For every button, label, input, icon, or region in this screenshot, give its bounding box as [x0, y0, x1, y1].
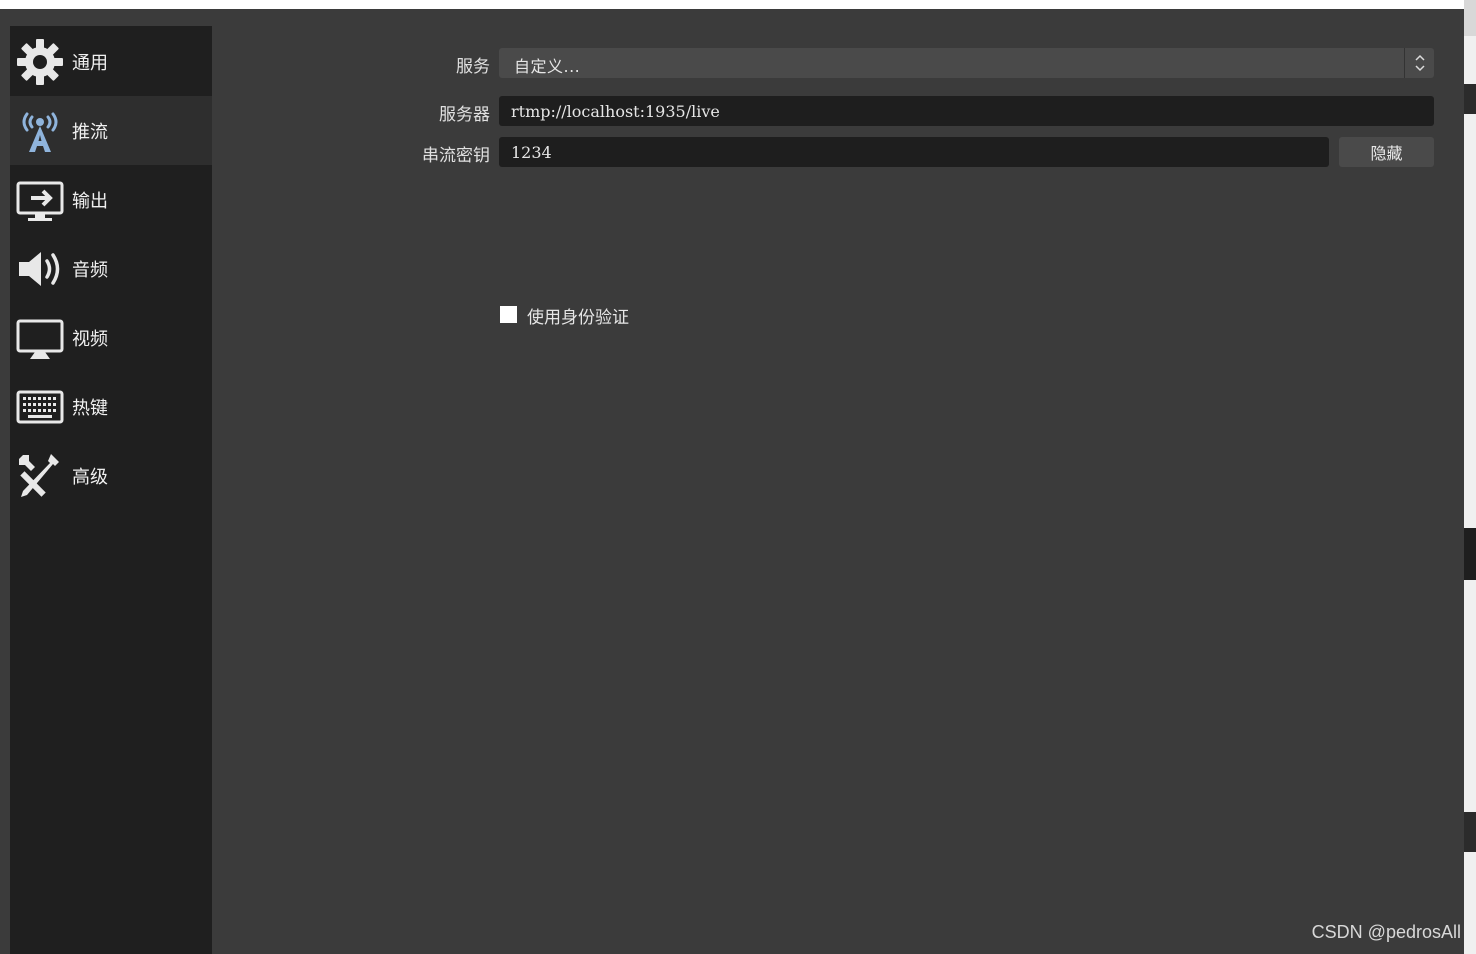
- broadcast-tower-icon: [14, 105, 66, 157]
- window-top-strip: [0, 0, 1464, 9]
- monitor-output-icon: [14, 174, 66, 226]
- gear-icon: [14, 36, 66, 88]
- window-left-edge: [0, 9, 10, 954]
- hide-key-button[interactable]: 隐藏: [1339, 137, 1434, 167]
- sidebar-item-general[interactable]: 通用: [10, 27, 212, 96]
- window-right-edge: [1464, 0, 1476, 954]
- use-auth-checkbox[interactable]: [500, 306, 517, 323]
- sidebar-item-video[interactable]: 视频: [10, 303, 212, 372]
- sidebar-item-label: 推流: [72, 121, 108, 143]
- sidebar-item-output[interactable]: 输出: [10, 165, 212, 234]
- service-select[interactable]: 自定义...: [499, 48, 1434, 78]
- sidebar-item-label: 通用: [72, 52, 108, 74]
- settings-sidebar: 通用 推流 输出 音频 视频 热键 高级: [10, 26, 212, 954]
- service-label: 服务: [456, 57, 490, 77]
- speaker-icon: [14, 243, 66, 295]
- sidebar-item-hotkeys[interactable]: 热键: [10, 372, 212, 441]
- sidebar-item-label: 视频: [72, 328, 108, 350]
- sidebar-item-advanced[interactable]: 高级: [10, 441, 212, 510]
- stream-key-field-wrapper: [499, 137, 1329, 167]
- keyboard-icon: [14, 381, 66, 433]
- server-input[interactable]: [499, 96, 1434, 126]
- sidebar-item-stream[interactable]: 推流: [10, 96, 212, 165]
- stream-key-label: 串流密钥: [422, 146, 490, 166]
- service-select-value: 自定义...: [514, 57, 581, 76]
- sidebar-item-audio[interactable]: 音频: [10, 234, 212, 303]
- updown-chevron-icon[interactable]: [1404, 48, 1434, 78]
- tools-icon: [14, 450, 66, 502]
- sidebar-item-label: 热键: [72, 397, 108, 419]
- sidebar-item-label: 高级: [72, 466, 108, 488]
- watermark-text: CSDN @pedrosAll: [1311, 922, 1461, 942]
- use-auth-label[interactable]: 使用身份验证: [527, 303, 629, 328]
- sidebar-item-label: 输出: [72, 190, 108, 212]
- server-label: 服务器: [439, 105, 490, 125]
- sidebar-item-label: 音频: [72, 259, 108, 281]
- server-field-wrapper: [499, 96, 1434, 126]
- stream-key-input[interactable]: [499, 137, 1329, 167]
- monitor-icon: [14, 312, 66, 364]
